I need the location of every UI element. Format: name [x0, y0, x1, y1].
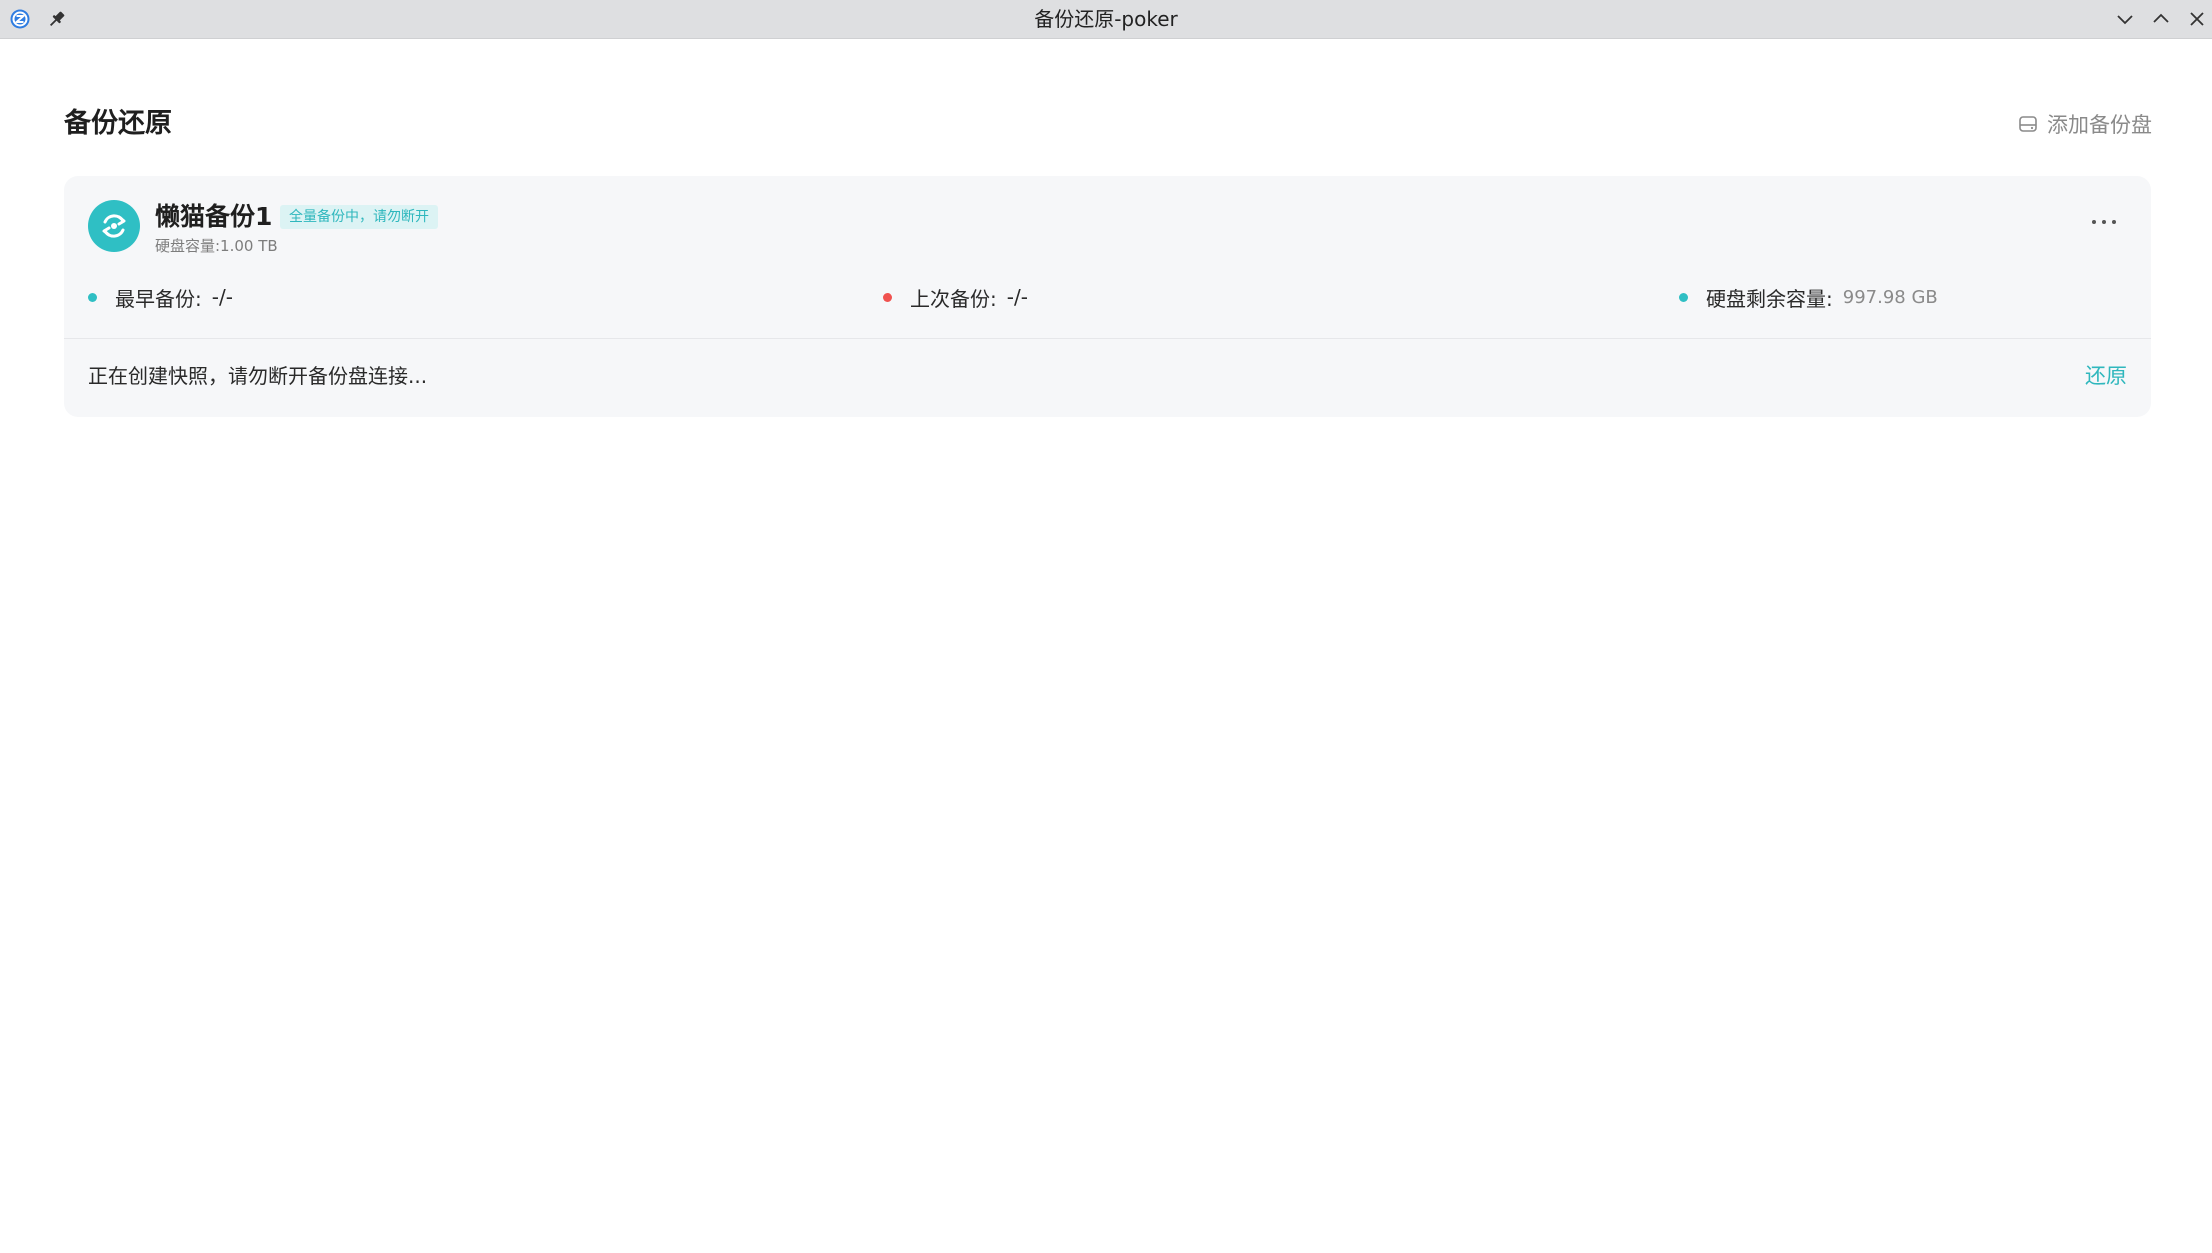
- more-horizontal-icon: [2092, 220, 2116, 224]
- stat-value: -/-: [211, 285, 233, 309]
- disk-capacity: 硬盘容量:1.00 TB: [155, 237, 278, 255]
- status-badge: 全量备份中，请勿断开: [280, 205, 438, 229]
- close-icon: [2190, 12, 2204, 26]
- backup-disk-card: 懒猫备份1 全量备份中，请勿断开 硬盘容量:1.00 TB 最早备份: -/- …: [64, 176, 2151, 417]
- add-backup-disk-label: 添加备份盘: [2047, 113, 2152, 137]
- stat-value: -/-: [1006, 285, 1028, 309]
- status-dot: [883, 292, 892, 302]
- add-backup-disk-button[interactable]: 添加备份盘: [2017, 108, 2152, 140]
- more-options-button[interactable]: [2084, 210, 2124, 234]
- stat-earliest-backup: 最早备份: -/-: [88, 282, 233, 312]
- restore-button[interactable]: 还原: [2085, 361, 2127, 391]
- snapshot-message: 正在创建快照，请勿断开备份盘连接...: [88, 364, 428, 388]
- window-title: 备份还原-poker: [1034, 7, 1178, 31]
- stat-label: 硬盘剩余容量:: [1706, 286, 1833, 311]
- window-titlebar: 备份还原-poker: [0, 0, 2212, 39]
- card-divider: [64, 338, 2151, 339]
- chevron-up-icon: [2153, 13, 2169, 23]
- maximize-button[interactable]: [2149, 7, 2173, 31]
- chevron-down-icon: [2117, 15, 2133, 25]
- stat-label: 最早备份:: [115, 286, 202, 311]
- sync-icon: [102, 214, 126, 238]
- close-button[interactable]: [2185, 7, 2209, 31]
- minimize-button[interactable]: [2113, 7, 2137, 31]
- page-title: 备份还原: [64, 108, 172, 139]
- status-dot: [88, 292, 97, 302]
- stat-value: 997.98 GB: [1842, 286, 1938, 308]
- stat-label: 上次备份:: [910, 286, 997, 311]
- status-dot: [1679, 292, 1688, 302]
- backup-name: 懒猫备份1: [155, 202, 273, 231]
- stat-remaining-capacity: 硬盘剩余容量: 997.98 GB: [1679, 282, 1938, 312]
- stat-last-backup: 上次备份: -/-: [883, 282, 1028, 312]
- avatar: [88, 200, 140, 252]
- disk-icon: [2019, 116, 2037, 132]
